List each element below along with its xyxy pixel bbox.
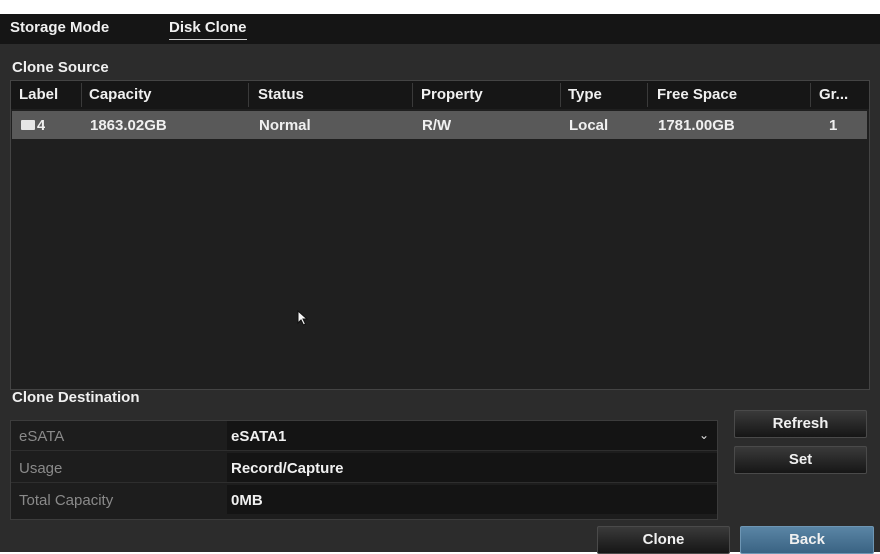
disk-clone-screen: Storage Mode Disk Clone Clone Source Lab… (0, 14, 880, 554)
usage-label: Usage (19, 460, 63, 477)
set-button[interactable]: Set (734, 446, 867, 474)
destination-row-total-capacity: Total Capacity 0MB (11, 485, 717, 515)
back-button[interactable]: Back (740, 526, 874, 554)
mouse-pointer-icon (297, 310, 309, 326)
column-header-status[interactable]: Status (258, 86, 304, 103)
clone-source-title: Clone Source (12, 59, 109, 76)
cell-type: Local (569, 117, 609, 134)
tab-storage-mode[interactable]: Storage Mode (10, 19, 109, 39)
column-header-type[interactable]: Type (568, 86, 602, 103)
cell-capacity: 1863.02GB (90, 117, 167, 134)
column-header-property[interactable]: Property (421, 86, 483, 103)
cell-property: R/W (422, 117, 452, 134)
usage-value: Record/Capture (231, 460, 344, 477)
column-divider (412, 83, 413, 107)
cell-status: Normal (259, 117, 311, 134)
destination-row-usage: Usage Record/Capture (11, 453, 717, 483)
esata-select[interactable]: eSATA1 ⌄ (227, 421, 717, 450)
column-divider (810, 83, 811, 107)
total-capacity-value: 0MB (231, 492, 263, 509)
refresh-button[interactable]: Refresh (734, 410, 867, 438)
clone-destination-panel: eSATA eSATA1 ⌄ Usage Record/Capture Tota… (10, 420, 718, 520)
column-divider (560, 83, 561, 107)
esata-label: eSATA (19, 428, 65, 445)
disk-icon (21, 120, 35, 130)
cell-group: 1 (829, 117, 838, 134)
chevron-down-icon[interactable]: ⌄ (699, 428, 709, 442)
column-divider (248, 83, 249, 107)
cell-free-space: 1781.00GB (658, 117, 735, 134)
table-header: Label Capacity Status Property Type Free… (11, 81, 869, 109)
clone-source-table: Label Capacity Status Property Type Free… (10, 80, 870, 390)
column-header-group[interactable]: Gr... (819, 86, 848, 103)
column-divider (81, 83, 82, 107)
cell-label: 4 (37, 117, 46, 134)
total-capacity-value-field: 0MB (227, 485, 717, 514)
column-header-capacity[interactable]: Capacity (89, 86, 152, 103)
tab-bar: Storage Mode Disk Clone (0, 14, 880, 44)
column-header-label[interactable]: Label (19, 86, 58, 103)
esata-select-value: eSATA1 (231, 428, 287, 445)
table-row[interactable]: 4 1863.02GB Normal R/W Local 1781.00GB 1 (12, 111, 867, 139)
column-divider (647, 83, 648, 107)
clone-destination-title: Clone Destination (12, 389, 140, 406)
tab-disk-clone[interactable]: Disk Clone (169, 19, 247, 40)
total-capacity-label: Total Capacity (19, 492, 114, 509)
clone-button[interactable]: Clone (597, 526, 730, 554)
column-header-free-space[interactable]: Free Space (657, 86, 737, 103)
destination-row-esata: eSATA eSATA1 ⌄ (11, 421, 717, 451)
usage-value-field: Record/Capture (227, 453, 717, 482)
